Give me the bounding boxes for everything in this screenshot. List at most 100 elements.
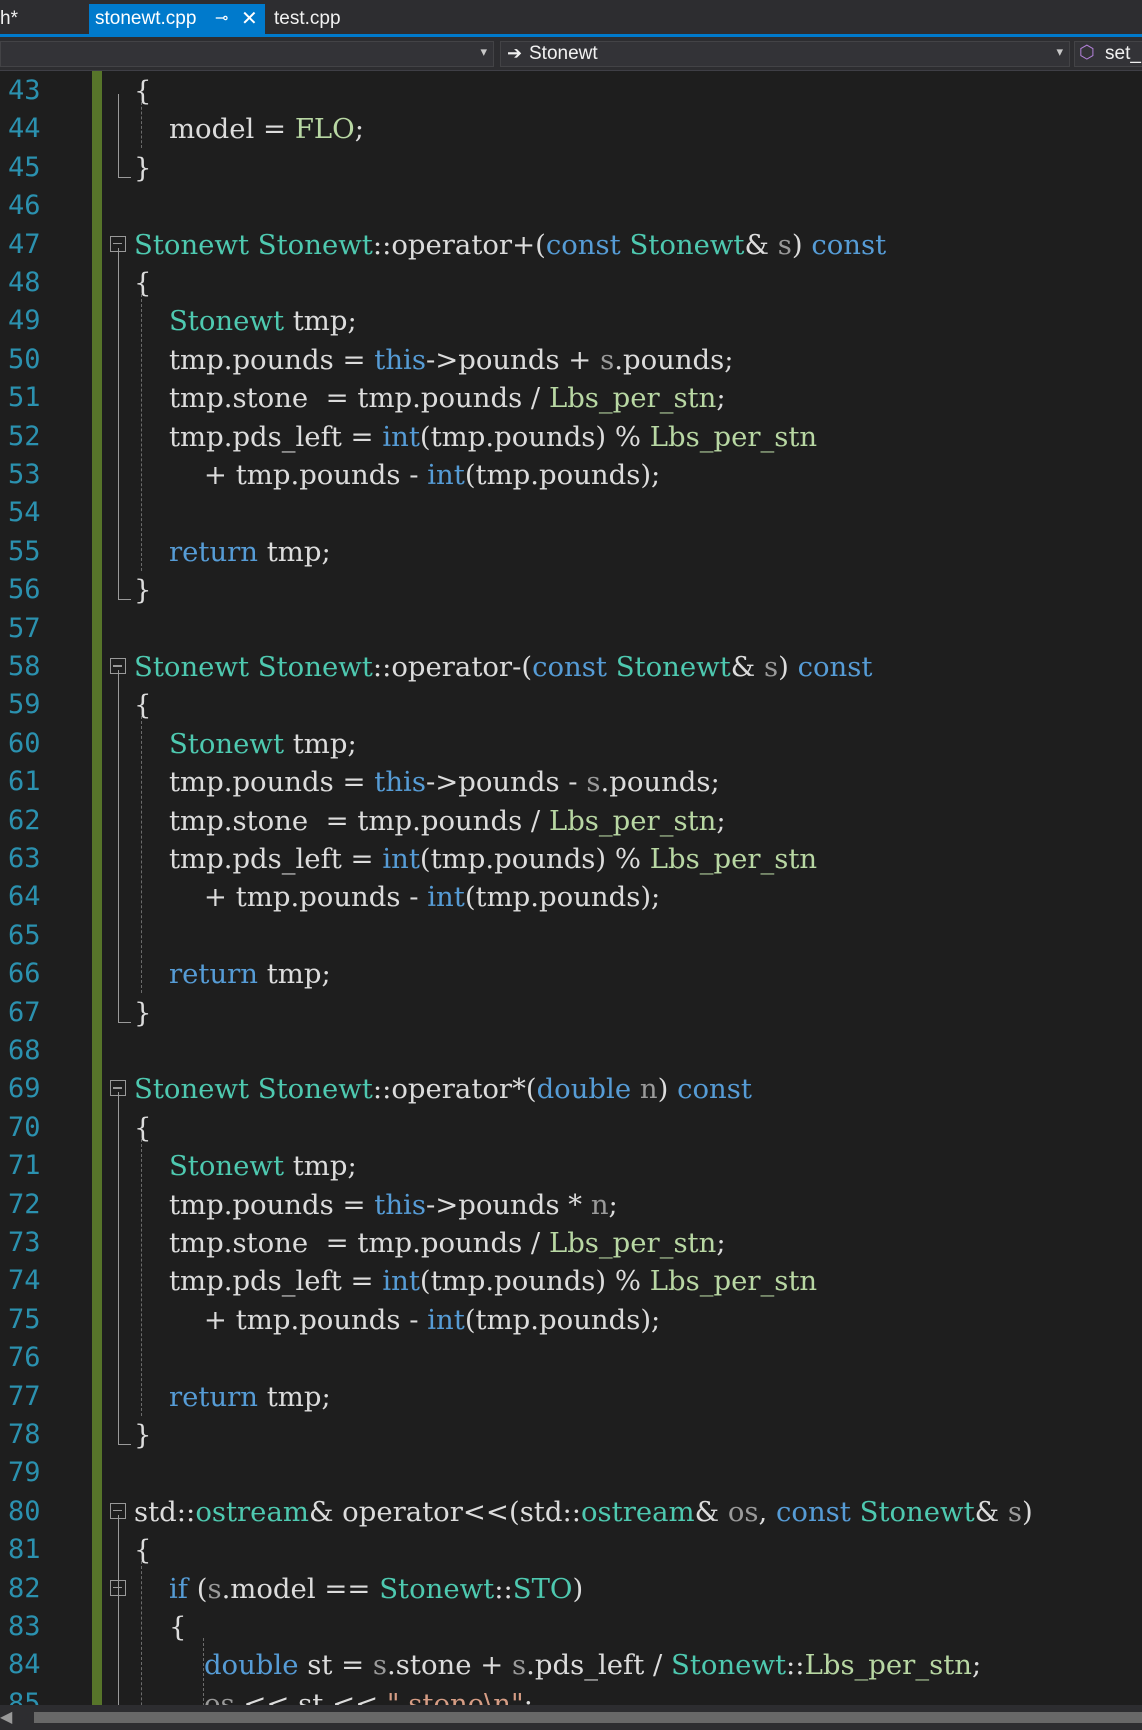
line-number: 70 [8, 1111, 41, 1143]
code-line[interactable]: 54 [0, 494, 1142, 532]
code-line[interactable]: 81 { [0, 1531, 1142, 1569]
code-line[interactable]: 59 { [0, 686, 1142, 724]
line-number: 50 [8, 343, 41, 375]
code-line[interactable]: 65 [0, 917, 1142, 955]
navigation-bar: ▾ ➔ Stonewt ▾ ⬡ set_ [0, 37, 1142, 71]
outline-bracket [118, 247, 131, 601]
line-number: 83 [8, 1611, 41, 1642]
line-number: 69 [8, 1073, 41, 1105]
code-text: + tmp.pounds - int(tmp.pounds); [134, 1303, 661, 1336]
indent-guide [141, 716, 142, 994]
code-text: } [134, 151, 152, 184]
member-dropdown-value: set_ [1105, 43, 1141, 64]
code-text: { [134, 267, 152, 299]
code-text: tmp.stone = tmp.pounds / Lbs_per_stn; [134, 382, 726, 415]
line-number: 46 [8, 190, 41, 222]
scope-dropdown[interactable]: ➔ Stonewt ▾ [500, 41, 1070, 67]
line-number: 67 [8, 996, 41, 1028]
line-number: 74 [8, 1265, 41, 1297]
code-line[interactable]: 74 tmp.pds_left = int(tmp.pounds) % Lbs_… [0, 1262, 1142, 1300]
scroll-left-icon[interactable]: ◀ [0, 1707, 12, 1727]
tab-previous-file[interactable]: h* [0, 4, 18, 34]
code-line[interactable]: 68 [0, 1032, 1142, 1070]
line-number: 53 [8, 459, 41, 490]
code-text: model = FLO; [134, 113, 364, 146]
horizontal-scrollbar[interactable]: ◀ [0, 1705, 1142, 1730]
chevron-down-icon[interactable]: ▾ [1056, 44, 1063, 60]
code-line[interactable]: 73 tmp.stone = tmp.pounds / Lbs_per_stn; [0, 1224, 1142, 1262]
code-line[interactable]: 49 Stonewt tmp; [0, 302, 1142, 340]
code-line[interactable]: 64 + tmp.pounds - int(tmp.pounds); [0, 878, 1142, 916]
code-line[interactable]: 76 [0, 1339, 1142, 1377]
line-number: 56 [8, 574, 41, 606]
code-text: os << st << " stone\n"; [203, 1687, 533, 1705]
project-dropdown[interactable]: ▾ [0, 41, 494, 67]
code-line[interactable]: 53 + tmp.pounds - int(tmp.pounds); [0, 456, 1142, 494]
code-line[interactable]: 66 return tmp; [0, 955, 1142, 993]
scope-dropdown-value: Stonewt [529, 43, 598, 64]
code-line[interactable]: 77 return tmp; [0, 1378, 1142, 1416]
code-text: + tmp.pounds - int(tmp.pounds); [134, 459, 661, 491]
code-text: double st = s.stone + s.pds_left / Stone… [203, 1649, 982, 1682]
method-cube-icon: ⬡ [1079, 42, 1095, 62]
line-number: 44 [8, 113, 41, 145]
line-number: 84 [8, 1649, 41, 1681]
tab-stonewt-cpp[interactable]: stonewt.cpp ⊸ ✕ [89, 4, 265, 34]
code-text: { [134, 75, 152, 107]
code-line[interactable]: 44 model = FLO; [0, 110, 1142, 148]
code-line[interactable]: 80 std::ostream& operator<<(std::ostream&… [0, 1493, 1142, 1531]
code-line[interactable]: 75 + tmp.pounds - int(tmp.pounds); [0, 1301, 1142, 1339]
code-text: return tmp; [168, 958, 331, 991]
code-text: { [134, 1534, 152, 1567]
code-line[interactable]: 78} [0, 1416, 1142, 1454]
code-line[interactable]: 58 Stonewt Stonewt::operator-(const Stone… [0, 648, 1142, 686]
line-number: 72 [8, 1188, 41, 1220]
code-line[interactable]: 71 Stonewt tmp; [0, 1147, 1142, 1185]
tab-label: stonewt.cpp [95, 8, 197, 29]
code-line[interactable]: 57 [0, 610, 1142, 648]
code-line[interactable]: 56} [0, 571, 1142, 609]
code-line[interactable]: 61 tmp.pounds = this->pounds - s.pounds; [0, 763, 1142, 801]
code-line[interactable]: 60 Stonewt tmp; [0, 725, 1142, 763]
member-dropdown[interactable]: ⬡ set_ [1074, 41, 1142, 67]
line-number: 48 [8, 267, 41, 298]
code-line[interactable]: 43 { [0, 72, 1142, 110]
line-number: 54 [8, 497, 41, 529]
code-line[interactable]: 48 { [0, 264, 1142, 302]
outline-bracket [118, 1092, 131, 1445]
scrollbar-thumb[interactable] [34, 1712, 1142, 1723]
outline-bracket [118, 94, 131, 178]
chevron-down-icon[interactable]: ▾ [480, 44, 487, 60]
code-line[interactable]: 67} [0, 994, 1142, 1032]
code-line[interactable]: 69 Stonewt Stonewt::operator*(double n) c… [0, 1070, 1142, 1108]
code-line[interactable]: 72 tmp.pounds = this->pounds * n; [0, 1186, 1142, 1224]
code-line[interactable]: 45} [0, 149, 1142, 187]
close-icon[interactable]: ✕ [241, 4, 258, 34]
code-line[interactable]: 50 tmp.pounds = this->pounds + s.pounds; [0, 341, 1142, 379]
line-number: 75 [8, 1303, 41, 1335]
code-line[interactable]: 82 if (s.model == Stonewt::STO) [0, 1570, 1142, 1608]
code-line[interactable]: 51 tmp.stone = tmp.pounds / Lbs_per_stn; [0, 379, 1142, 417]
line-number: 64 [8, 881, 41, 913]
code-line[interactable]: 55 return tmp; [0, 533, 1142, 571]
code-editor[interactable]: 43{44 model = FLO; 45} 46 47 Stonewt Stonewt… [0, 71, 1142, 1705]
code-line[interactable]: 52 tmp.pds_left = int(tmp.pounds) % Lbs_… [0, 418, 1142, 456]
code-line[interactable]: 63 tmp.pds_left = int(tmp.pounds) % Lbs_… [0, 840, 1142, 878]
line-number: 57 [8, 612, 41, 644]
tab-test-cpp[interactable]: test.cpp [274, 4, 341, 34]
code-line[interactable]: 62 tmp.stone = tmp.pounds / Lbs_per_stn; [0, 802, 1142, 840]
code-line[interactable]: 84 double st = s.stone + s.pds_left / St… [0, 1646, 1142, 1684]
code-line[interactable]: 79 [0, 1454, 1142, 1492]
line-number: 71 [8, 1150, 41, 1182]
line-number: 55 [8, 535, 41, 567]
line-number: 62 [8, 804, 41, 836]
line-number: 80 [8, 1495, 41, 1527]
code-line[interactable]: 83 { [0, 1608, 1142, 1646]
code-line[interactable]: 70 { [0, 1109, 1142, 1147]
pin-icon[interactable]: ⊸ [215, 4, 228, 34]
line-number: 52 [8, 420, 41, 452]
code-text: + tmp.pounds - int(tmp.pounds); [134, 881, 661, 914]
code-line[interactable]: 47 Stonewt Stonewt::operator+(const Stone… [0, 226, 1142, 264]
code-line[interactable]: 46 [0, 187, 1142, 225]
code-line[interactable]: 85 os << st << " stone\n"; [0, 1685, 1142, 1705]
